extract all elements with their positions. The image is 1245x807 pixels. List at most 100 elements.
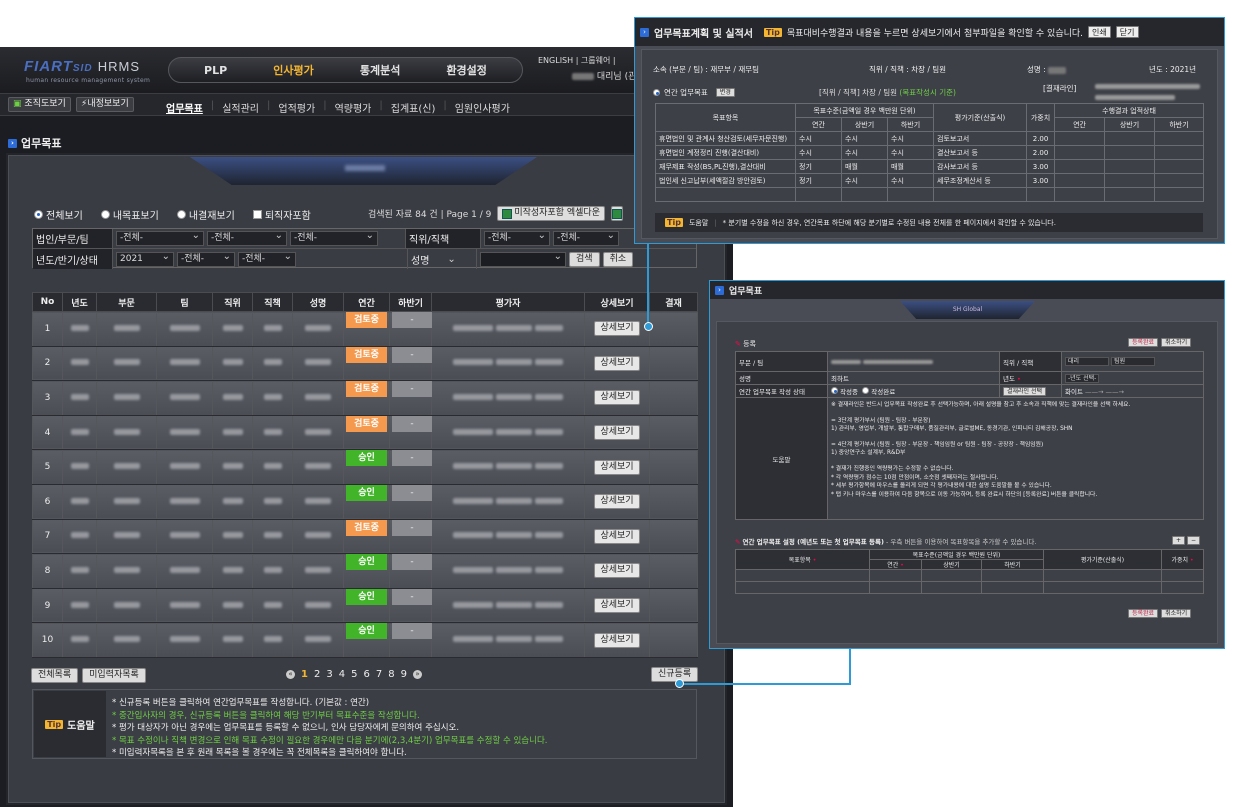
subnav-performance[interactable]: 실적관리 — [222, 100, 259, 115]
cancel-button-bottom[interactable]: 취소하기 — [1161, 609, 1192, 618]
table-row[interactable]: 7 검토중 - 상세보기 — [32, 519, 698, 555]
w1-res-annual[interactable] — [1054, 159, 1106, 174]
tab-settings[interactable]: 환경설정 — [446, 62, 486, 78]
page-5[interactable]: 5 — [351, 669, 357, 680]
subnav-exec-eval[interactable]: 임원인사평가 — [455, 100, 510, 115]
detail-button[interactable]: 상세보기 — [594, 598, 640, 614]
change-button[interactable]: 변경 — [715, 88, 735, 97]
app-logo[interactable]: FIARTSID HRMS — [24, 58, 140, 75]
top-links[interactable]: ENGLISH | 그룹웨어 | — [538, 55, 616, 66]
add-row-button[interactable]: + — [1172, 536, 1186, 545]
col-evaluator[interactable]: 평가자 — [431, 292, 585, 312]
w2-input-item[interactable] — [735, 569, 870, 582]
save-button[interactable]: 등록완료 — [1128, 338, 1159, 347]
w1-table-row[interactable]: 법인세 신고납부(세액절감 방안검토) 정기 수시 수시 세무조정계산서 등 3.00 — [655, 173, 1205, 188]
unentered-list-button[interactable]: 미입력자목록 — [82, 668, 146, 683]
detail-button[interactable]: 상세보기 — [594, 494, 640, 510]
detail-button[interactable]: 상세보기 — [594, 355, 640, 371]
detail-button[interactable]: 상세보기 — [594, 425, 640, 441]
detail-button[interactable]: 상세보기 — [594, 632, 640, 648]
radio-complete[interactable] — [862, 387, 870, 394]
w2-input-weight[interactable] — [1161, 569, 1204, 582]
page-3[interactable]: 3 — [326, 669, 332, 680]
col-detail[interactable]: 상세보기 — [584, 292, 650, 312]
w1-res-h2[interactable] — [1154, 173, 1205, 188]
search-button[interactable]: 검색 — [569, 251, 600, 267]
detail-button[interactable]: 상세보기 — [594, 563, 640, 579]
close-button[interactable]: 닫기 — [1115, 26, 1139, 38]
excel-icon-button[interactable] — [611, 206, 623, 221]
all-list-button[interactable]: 전체목록 — [31, 668, 79, 683]
col-duty[interactable]: 직책 — [252, 292, 293, 312]
tab-statistics[interactable]: 통계분석 — [360, 62, 400, 78]
table-row[interactable]: 5 승인 - 상세보기 — [32, 449, 698, 485]
subnav-summary[interactable]: 집계표(신) — [391, 100, 436, 115]
approval-line-button[interactable]: 결재라인 선택 — [1003, 386, 1047, 396]
col-half[interactable]: 하반기 — [389, 292, 432, 312]
col-name[interactable]: 성명 — [292, 292, 344, 312]
duty-select[interactable]: 팀원 — [1111, 357, 1156, 366]
page-6[interactable]: 6 — [363, 669, 369, 680]
w1-res-annual[interactable] — [1054, 173, 1106, 188]
prev-page-icon[interactable]: « — [286, 670, 295, 679]
w1-res-h1[interactable] — [1104, 173, 1156, 188]
retired-checkbox[interactable]: 퇴직자포함 — [252, 207, 311, 222]
next-page-icon[interactable]: » — [412, 670, 422, 679]
w1-res-h2[interactable] — [1154, 159, 1205, 174]
status-badge[interactable]: 검토중 — [346, 346, 387, 363]
w1-table-row[interactable]: 휴면법인 계정정리 진행(결산대비) 수시 수시 수시 결산보고서 등 2.00 — [655, 145, 1205, 160]
team-select[interactable]: -전체- — [290, 229, 378, 246]
status-badge[interactable]: 승인 — [346, 554, 387, 571]
print-button[interactable]: 인쇄 — [1088, 26, 1111, 38]
remove-row-button[interactable]: − — [1187, 536, 1201, 545]
w1-table-row[interactable]: 휴면법인 및 관계사 청산검토(세무자문진행) 수시 수시 수시 검토보고서 2.00 — [655, 131, 1205, 146]
tab-evaluation[interactable]: 인사평가 — [273, 62, 313, 78]
radio-my-approvals[interactable]: 내결재보기 — [176, 207, 235, 222]
org-chart-button[interactable]: ▣ 조직도보기 — [8, 97, 71, 112]
subnav-competency-eval[interactable]: 역량평가 — [335, 100, 372, 115]
page-8[interactable]: 8 — [388, 669, 394, 680]
page-4[interactable]: 4 — [339, 669, 345, 680]
w1-res-h1[interactable] — [1104, 145, 1156, 160]
w1-res-annual[interactable] — [1054, 131, 1106, 146]
status-badge[interactable]: 검토중 — [346, 312, 387, 328]
cancel-button[interactable]: 취소 — [602, 251, 634, 267]
radio-all[interactable]: 전체보기 — [34, 207, 83, 222]
position-select[interactable]: -전체- — [484, 229, 550, 246]
page-2[interactable]: 2 — [314, 669, 320, 680]
col-position[interactable]: 직위 — [212, 292, 253, 312]
table-row[interactable]: 4 검토중 - 상세보기 — [32, 415, 698, 451]
w1-res-h2[interactable] — [1154, 145, 1205, 160]
year-select[interactable]: -년도 선택- — [1065, 373, 1100, 383]
w1-res-h2[interactable] — [1154, 131, 1205, 146]
detail-button[interactable]: 상세보기 — [594, 528, 640, 544]
w1-table-row[interactable]: 재무제표 작성(BS,PL진행),결산대비 정기 매월 매월 감사보고서 등 3.00 — [655, 159, 1205, 174]
w1-res-annual[interactable] — [1054, 145, 1106, 160]
detail-button[interactable]: 상세보기 — [594, 390, 640, 406]
detail-button[interactable]: 상세보기 — [594, 459, 640, 475]
col-annual[interactable]: 연간 — [343, 292, 390, 312]
status-select[interactable]: -전체- — [238, 250, 296, 267]
page-1[interactable]: 1 — [301, 669, 308, 680]
w2-input-h1[interactable] — [921, 569, 982, 582]
cancel-button[interactable]: 취소하기 — [1161, 338, 1192, 347]
table-row[interactable]: 8 승인 - 상세보기 — [32, 553, 698, 589]
table-row[interactable]: 9 승인 - 상세보기 — [32, 588, 698, 624]
pos-select[interactable]: 대리 — [1065, 357, 1109, 366]
name-input[interactable] — [480, 250, 566, 267]
excel-download-button[interactable]: 미작성자포함 엑셀다운 — [497, 206, 605, 221]
status-badge[interactable]: 승인 — [346, 450, 387, 467]
status-badge[interactable]: 승인 — [346, 484, 387, 501]
new-registration-button[interactable]: 신규등록 — [651, 667, 699, 682]
year-select[interactable]: 2021 — [116, 250, 174, 267]
col-no[interactable]: No — [32, 292, 63, 312]
radio-my-goals[interactable]: 내목표보기 — [100, 207, 159, 222]
table-row[interactable]: 2 검토중 - 상세보기 — [32, 346, 698, 382]
radio-writing[interactable] — [831, 387, 838, 394]
table-row[interactable]: 1 검토중 - 상세보기 — [32, 311, 698, 347]
division-select[interactable]: -전체- — [207, 229, 287, 246]
page-9[interactable]: 9 — [401, 669, 407, 680]
status-badge[interactable]: 검토중 — [346, 519, 387, 536]
tab-plp[interactable]: PLP — [204, 64, 227, 77]
col-year[interactable]: 년도 — [62, 292, 97, 312]
